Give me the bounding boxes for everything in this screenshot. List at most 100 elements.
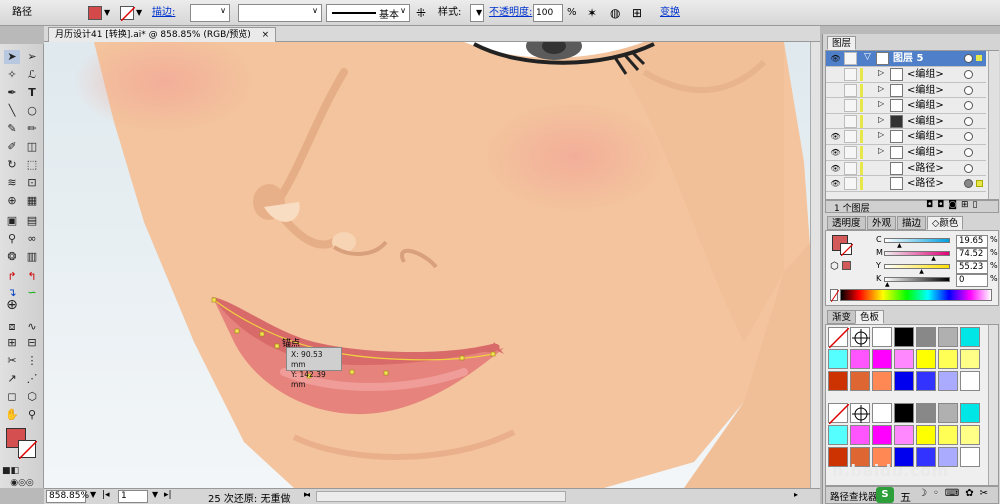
- mesh-tool-icon[interactable]: ⊞: [4, 336, 20, 350]
- channel-value-input[interactable]: 19.65: [956, 235, 988, 248]
- selection-tool-icon[interactable]: ➤: [4, 50, 20, 64]
- magic-wand-tool-icon[interactable]: ✧: [4, 68, 20, 82]
- layer-name[interactable]: <编组>: [907, 130, 944, 143]
- swatch[interactable]: [960, 327, 980, 347]
- direct-selection-tool-icon[interactable]: ➢: [24, 50, 40, 64]
- zoom-tool-icon[interactable]: ⚲: [24, 408, 40, 422]
- stroke-dropdown-arrow-icon[interactable]: ▼: [136, 5, 142, 21]
- live-paint-tool-icon[interactable]: ▦: [24, 194, 40, 208]
- layer-name[interactable]: <路径>: [907, 162, 944, 175]
- target-icon[interactable]: [964, 70, 973, 79]
- chevron-right-icon[interactable]: ▷: [878, 115, 884, 124]
- brush-definition-select[interactable]: 基本 ∨: [326, 4, 410, 22]
- rectangle-tool-icon[interactable]: ◻: [4, 390, 20, 404]
- perspective-grid-tool-icon[interactable]: ▣: [4, 214, 20, 228]
- swatch[interactable]: [938, 425, 958, 445]
- knife-tool-icon[interactable]: ⊟: [24, 336, 40, 350]
- swatch[interactable]: [894, 425, 914, 445]
- channel-value-input[interactable]: 55.23: [956, 261, 988, 274]
- swatch[interactable]: [916, 349, 936, 369]
- measure-tool-icon[interactable]: ↗: [4, 372, 20, 386]
- color-spectrum[interactable]: [840, 289, 992, 301]
- layer-row[interactable]: ▷ <编组>: [826, 98, 986, 114]
- first-page-icon[interactable]: |◂: [102, 490, 110, 500]
- opacity-link[interactable]: 不透明度:: [489, 5, 532, 21]
- channel-slider[interactable]: ▲: [884, 264, 950, 275]
- swatch[interactable]: [960, 447, 980, 467]
- swatch[interactable]: [872, 327, 892, 347]
- ime-tray-icons[interactable]: ☽◦⌨✿✂: [918, 488, 994, 499]
- chevron-down-icon[interactable]: ▽: [864, 52, 871, 62]
- vertical-scrollbar[interactable]: [810, 42, 820, 488]
- swatch[interactable]: [872, 371, 892, 391]
- swatch[interactable]: [894, 349, 914, 369]
- out-of-gamut-swatch[interactable]: [842, 261, 851, 270]
- swatch[interactable]: [916, 425, 936, 445]
- stroke-color-swatch[interactable]: [120, 6, 136, 22]
- layer-name[interactable]: <编组>: [907, 115, 944, 128]
- eyedropper-tool-icon[interactable]: ⚲: [4, 232, 20, 246]
- chevron-right-icon[interactable]: ▷: [878, 130, 884, 139]
- channel-slider[interactable]: ▲: [884, 251, 950, 262]
- layer-row[interactable]: 👁 <路径>: [826, 160, 986, 177]
- eraser-tool-icon[interactable]: ◫: [24, 140, 40, 154]
- blob-brush-tool-icon[interactable]: ✐: [4, 140, 20, 154]
- tab-stroke[interactable]: 描边: [897, 216, 927, 230]
- swatch[interactable]: [894, 371, 914, 391]
- swatch[interactable]: [960, 425, 980, 445]
- page-input[interactable]: 1: [118, 490, 148, 503]
- color-stroke-box[interactable]: [840, 243, 854, 257]
- eye-icon[interactable]: 👁: [830, 131, 841, 142]
- ellipse-tool-icon[interactable]: ○: [24, 104, 40, 118]
- swatch-none[interactable]: [828, 327, 850, 349]
- pen-tool-icon[interactable]: ✒: [4, 86, 20, 100]
- swatch[interactable]: [960, 371, 980, 391]
- swatch[interactable]: [850, 425, 870, 445]
- swatch[interactable]: [938, 371, 958, 391]
- swatch[interactable]: [916, 327, 936, 347]
- layer-actions-icons[interactable]: ◘◘◙⊞▯: [926, 200, 981, 210]
- pencil-tool-icon[interactable]: ✏: [24, 122, 40, 136]
- swatch[interactable]: [960, 403, 980, 423]
- convert-anchor-tool-icon[interactable]: ↰: [24, 270, 40, 284]
- expand-icon[interactable]: ⁜: [416, 5, 426, 21]
- rotate-tool-icon[interactable]: ↻: [4, 158, 20, 172]
- reshape-tool-icon[interactable]: ∽: [24, 286, 40, 300]
- slider-thumb-icon[interactable]: ▲: [919, 269, 924, 275]
- hand-tool-icon[interactable]: ✋: [4, 408, 20, 422]
- next-page-icon[interactable]: ▸|: [164, 490, 172, 500]
- zoom-dropdown-icon[interactable]: ▼: [90, 490, 96, 499]
- lock-toggle[interactable]: [844, 99, 857, 113]
- tab-appearance[interactable]: 外观: [867, 216, 897, 230]
- line-tool-icon[interactable]: ╲: [4, 104, 20, 118]
- swatch[interactable]: [938, 327, 958, 347]
- slider-thumb-icon[interactable]: ▲: [897, 243, 902, 249]
- target-icon[interactable]: [964, 132, 973, 142]
- lock-toggle[interactable]: [844, 146, 857, 159]
- swatch-registration[interactable]: [850, 327, 870, 347]
- chevron-right-icon[interactable]: ▷: [878, 146, 884, 155]
- eye-icon[interactable]: 👁: [830, 163, 841, 174]
- chevron-right-icon[interactable]: ▷: [878, 68, 884, 77]
- tab-swatches[interactable]: 色板: [855, 310, 885, 324]
- swatch[interactable]: [872, 349, 892, 369]
- swatch[interactable]: [828, 425, 848, 445]
- ime-logo-icon[interactable]: S: [876, 487, 894, 503]
- lock-toggle[interactable]: [844, 83, 857, 97]
- lock-toggle[interactable]: [844, 130, 857, 144]
- swatch[interactable]: [850, 371, 870, 391]
- swatch-registration[interactable]: [850, 403, 870, 423]
- isolate-icon[interactable]: ◍: [610, 5, 620, 21]
- target-icon[interactable]: [964, 101, 973, 111]
- tab-layers[interactable]: 图层: [827, 36, 857, 50]
- page-dropdown-icon[interactable]: ▼: [152, 490, 158, 499]
- target-icon[interactable]: [964, 179, 973, 189]
- swatch[interactable]: [872, 425, 892, 445]
- warp-tool-icon[interactable]: ≋: [4, 176, 20, 190]
- layer-row[interactable]: 👁 <路径>: [826, 176, 986, 192]
- swatch[interactable]: [916, 371, 936, 391]
- swatch[interactable]: [938, 403, 958, 423]
- free-transform-tool-icon[interactable]: ⊡: [24, 176, 40, 190]
- align-icon[interactable]: ⊞: [632, 5, 642, 21]
- lock-toggle[interactable]: [844, 114, 857, 128]
